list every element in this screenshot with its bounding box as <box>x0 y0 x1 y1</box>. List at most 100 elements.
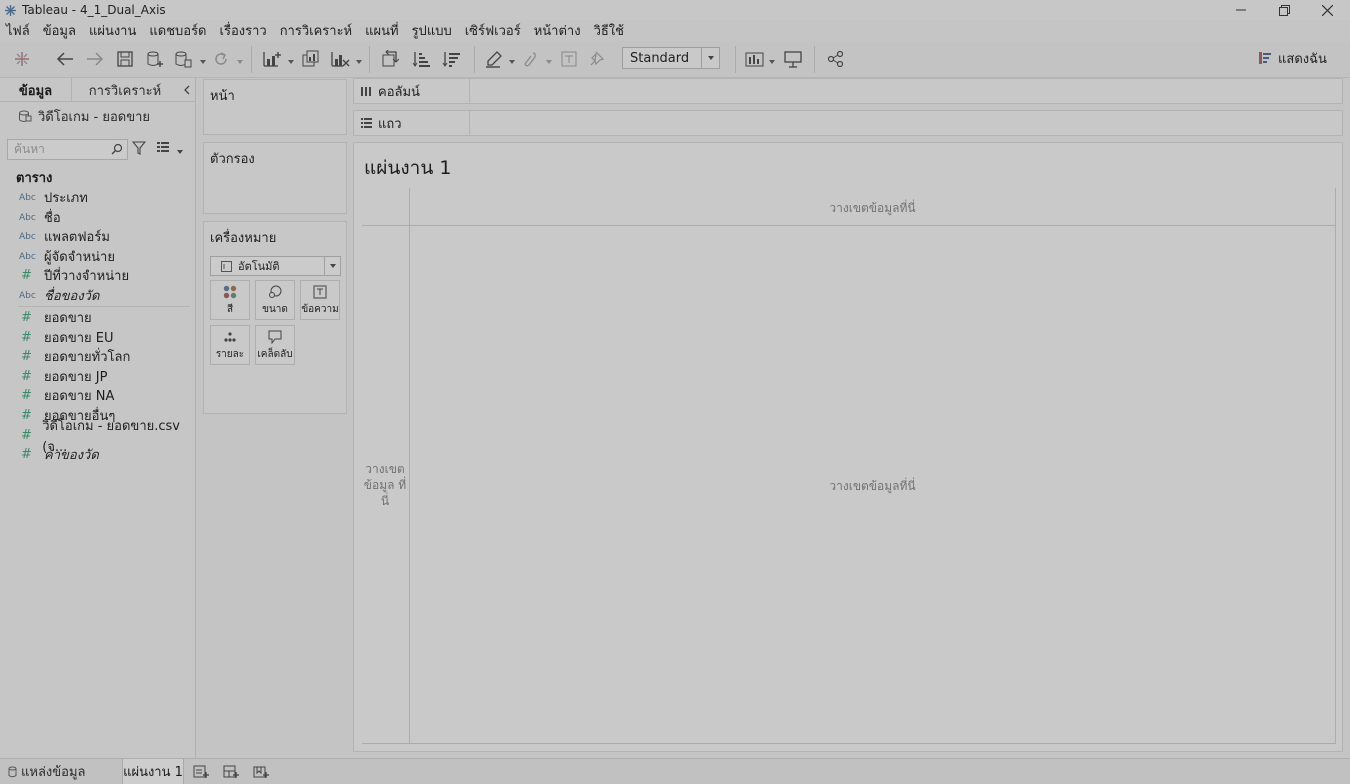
show-mark-labels-icon[interactable] <box>558 49 580 69</box>
new-dashboard-tab-icon[interactable] <box>222 764 240 780</box>
field-measure[interactable]: # ยอดขาย <box>0 308 196 327</box>
field-dimension[interactable]: Abc แพลตฟอร์ม <box>0 227 196 246</box>
tab-sheet-1[interactable]: แผ่นงาน 1 <box>122 759 184 784</box>
detail-button[interactable]: รายละ <box>210 325 250 365</box>
filters-title: ตัวกรอง <box>210 152 255 167</box>
chevron-down-icon[interactable] <box>176 145 184 159</box>
new-worksheet-icon[interactable] <box>261 49 283 69</box>
chevron-down-icon[interactable] <box>236 55 244 64</box>
number-type-icon: # <box>21 428 32 443</box>
field-measure[interactable]: # ยอดขาย EU <box>0 328 196 347</box>
menu-help[interactable]: วิธีใช้ <box>594 20 624 41</box>
swap-rows-columns-icon[interactable] <box>379 49 401 69</box>
columns-icon <box>360 85 372 97</box>
fit-dropdown[interactable]: Standard <box>622 47 720 69</box>
minimize-button[interactable] <box>1219 0 1263 20</box>
list-view-icon[interactable] <box>156 141 170 156</box>
field-measure[interactable]: # วิดีโอเกม - ยอดขาย.csv (จ... <box>0 419 196 455</box>
field-measure[interactable]: # ยอดขายทั่วโลก <box>0 347 196 366</box>
new-datasource-icon[interactable] <box>144 49 166 69</box>
save-icon[interactable] <box>114 49 136 69</box>
mark-type-icon <box>221 260 232 272</box>
pause-updates-icon[interactable] <box>172 49 194 69</box>
field-measure[interactable]: # ยอดขาย JP <box>0 367 196 386</box>
columns-shelf[interactable]: คอลัมน์ <box>353 78 1343 104</box>
datasource-item[interactable]: วิดีโอเกม - ยอดขาย <box>18 107 150 125</box>
show-cards-icon[interactable] <box>744 49 766 69</box>
menu-analysis[interactable]: การวิเคราะห์ <box>280 20 352 41</box>
refresh-icon[interactable] <box>210 49 232 69</box>
menu-format[interactable]: รูปแบบ <box>412 20 452 41</box>
share-icon[interactable] <box>825 49 847 69</box>
menu-file[interactable]: ไฟล์ <box>6 20 30 41</box>
rows-shelf[interactable]: แถว <box>353 110 1343 136</box>
menu-data[interactable]: ข้อมูล <box>43 20 76 41</box>
chevron-left-icon[interactable] <box>178 78 196 102</box>
chevron-down-icon[interactable] <box>545 55 553 64</box>
datasource-icon <box>18 109 32 123</box>
menu-story[interactable]: เรื่องราว <box>220 20 267 41</box>
tableau-home-icon[interactable] <box>11 49 33 69</box>
drop-zone-view[interactable]: วางเขตข้อมูลที่นี่ <box>410 477 1335 496</box>
number-type-icon: # <box>21 330 32 345</box>
tab-analytics[interactable]: การวิเคราะห์ <box>72 78 178 102</box>
sort-descending-icon[interactable] <box>440 49 462 69</box>
restore-button[interactable] <box>1262 0 1306 20</box>
drop-zone-rows[interactable]: วางเขต ข้อมูล ที่นี่ <box>362 461 408 509</box>
chevron-down-icon[interactable] <box>768 55 776 64</box>
toolbar-divider <box>251 46 252 73</box>
show-me-label: แสดงฉัน <box>1278 51 1327 67</box>
number-type-icon: # <box>21 349 32 364</box>
sheet-tab-bar: แหล่งข้อมูล แผ่นงาน 1 <box>0 758 1350 784</box>
datasource-name: วิดีโอเกม - ยอดขาย <box>38 109 151 125</box>
field-dimension[interactable]: # ปีที่วางจำหน่าย <box>0 266 196 285</box>
rows-icon <box>360 117 372 129</box>
sheet-title[interactable]: แผ่นงาน 1 <box>364 153 451 183</box>
tab-data[interactable]: ข้อมูล <box>0 78 72 102</box>
field-measure[interactable]: # ยอดขาย NA <box>0 386 196 405</box>
sort-ascending-icon[interactable] <box>410 49 432 69</box>
show-me-button[interactable]: แสดงฉัน <box>1258 48 1327 68</box>
undo-icon[interactable] <box>54 49 76 69</box>
menu-server[interactable]: เซิร์ฟเวอร์ <box>465 20 521 41</box>
presentation-mode-icon[interactable] <box>782 49 804 69</box>
filter-icon[interactable] <box>131 141 147 158</box>
menu-dashboard[interactable]: แดชบอร์ด <box>149 20 206 41</box>
label-button[interactable]: ข้อความ <box>300 280 340 320</box>
field-measure[interactable]: # ค่าของวัด <box>0 445 196 464</box>
toolbar-divider <box>735 46 736 73</box>
new-worksheet-tab-icon[interactable] <box>192 764 210 780</box>
tooltip-button[interactable]: เคล็ดลับ <box>255 325 295 365</box>
chevron-down-icon[interactable] <box>508 55 516 64</box>
field-dimension[interactable]: Abc ชื่อ <box>0 208 196 227</box>
clear-sheet-icon[interactable] <box>329 49 351 69</box>
pages-card[interactable]: หน้า <box>203 79 347 135</box>
menu-window[interactable]: หน้าต่าง <box>534 20 581 41</box>
group-members-icon[interactable] <box>519 49 541 69</box>
field-dimension[interactable]: Abc ผู้จัดจำหน่าย <box>0 247 196 266</box>
menu-map[interactable]: แผนที่ <box>365 20 398 41</box>
search-input[interactable]: ค้นหา <box>7 139 128 160</box>
chevron-down-icon <box>701 48 719 68</box>
highlight-icon[interactable] <box>483 49 505 69</box>
duplicate-sheet-icon[interactable] <box>300 49 322 69</box>
pin-icon[interactable] <box>586 49 608 69</box>
tab-datasource[interactable]: แหล่งข้อมูล <box>8 759 86 784</box>
menu-worksheet[interactable]: แผ่นงาน <box>89 20 136 41</box>
size-button[interactable]: ขนาด <box>255 280 295 320</box>
detail-label: รายละ <box>215 349 245 360</box>
mark-type-dropdown[interactable]: อัตโนมัติ <box>210 256 341 276</box>
chevron-down-icon[interactable] <box>355 55 363 64</box>
chevron-down-icon[interactable] <box>287 55 295 64</box>
drop-zone-columns[interactable]: วางเขตข้อมูลที่นี่ <box>410 199 1335 218</box>
close-window-button[interactable] <box>1305 0 1349 20</box>
field-dimension[interactable]: Abc ประเภท <box>0 188 196 207</box>
chevron-down-icon[interactable] <box>199 55 207 64</box>
redo-icon[interactable] <box>84 49 106 69</box>
view-bottom-border <box>362 743 1336 744</box>
field-dimension[interactable]: Abc ชื่อของวัด <box>0 286 196 305</box>
filters-card[interactable]: ตัวกรอง <box>203 142 347 214</box>
window-title: Tableau - 4_1_Dual_Axis <box>22 3 166 17</box>
color-button[interactable]: สี <box>210 280 250 320</box>
new-story-tab-icon[interactable] <box>252 764 270 780</box>
